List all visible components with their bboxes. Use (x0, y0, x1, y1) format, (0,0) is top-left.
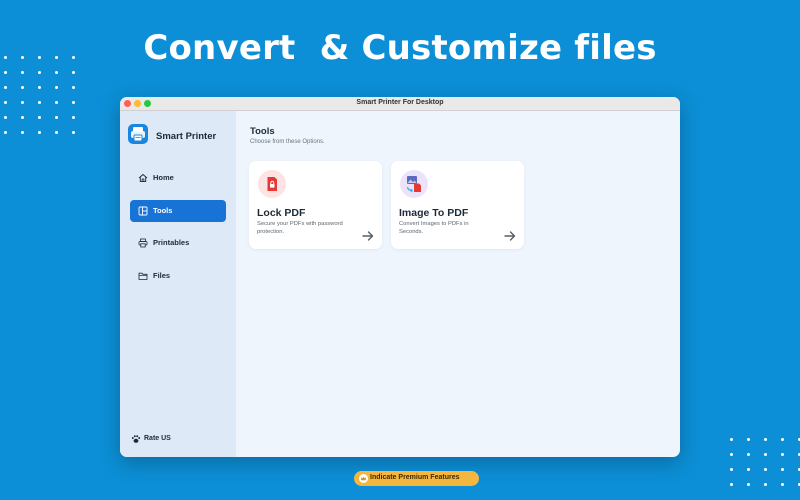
decorative-dot (21, 116, 24, 119)
card-title: Image To PDF (399, 207, 469, 219)
arrow-right-icon[interactable] (362, 231, 374, 241)
decorative-dot (21, 101, 24, 104)
premium-features-badge: Indicate Premium Features (354, 471, 479, 486)
decorative-dot (4, 71, 7, 74)
decorative-dot (21, 56, 24, 59)
decorative-dot (38, 56, 41, 59)
decorative-dots-right (730, 438, 800, 486)
decorative-dot (38, 71, 41, 74)
printer-logo-icon (128, 124, 148, 144)
decorative-dot (730, 483, 733, 486)
lock-pdf-icon (258, 170, 286, 198)
decorative-dot (747, 468, 750, 471)
decorative-dot (55, 56, 58, 59)
decorative-dots-left (4, 56, 75, 134)
decorative-dot (55, 116, 58, 119)
folder-icon (138, 272, 148, 280)
sidebar-item-tools[interactable]: Tools (130, 200, 226, 222)
decorative-dot (4, 116, 7, 119)
decorative-dot (730, 468, 733, 471)
decorative-dot (21, 71, 24, 74)
headline: Convert & Customize files (143, 28, 657, 68)
decorative-dot (747, 453, 750, 456)
paw-icon (131, 435, 141, 443)
decorative-dot (72, 86, 75, 89)
decorative-dot (4, 131, 7, 134)
rate-us-label: Rate US (144, 435, 171, 442)
sidebar-item-label: Printables (153, 238, 190, 247)
decorative-dot (21, 86, 24, 89)
decorative-dot (4, 56, 7, 59)
decorative-dot (781, 453, 784, 456)
sidebar-item-printables[interactable]: Printables (130, 232, 226, 254)
decorative-dot (781, 438, 784, 441)
card-description: Convert Images to PDFs in Seconds. (399, 221, 469, 235)
decorative-dot (72, 131, 75, 134)
window-title: Smart Printer For Desktop (356, 99, 444, 106)
page-subtitle: Choose from these Options. (250, 139, 325, 145)
decorative-dot (21, 131, 24, 134)
app-window: Smart Printer For Desktop Smart Printer … (120, 97, 680, 457)
decorative-dot (764, 453, 767, 456)
decorative-dot (747, 438, 750, 441)
decorative-dot (38, 101, 41, 104)
decorative-dot (764, 483, 767, 486)
decorative-dot (55, 86, 58, 89)
tools-icon (138, 206, 148, 216)
title-bar: Smart Printer For Desktop (120, 97, 680, 111)
card-title: Lock PDF (257, 207, 306, 219)
decorative-dot (55, 131, 58, 134)
decorative-dot (730, 438, 733, 441)
decorative-dot (764, 468, 767, 471)
sidebar-item-label: Home (153, 173, 174, 182)
decorative-dot (72, 101, 75, 104)
sidebar-item-home[interactable]: Home (130, 167, 226, 189)
decorative-dot (38, 131, 41, 134)
decorative-dot (55, 101, 58, 104)
image-to-pdf-icon (400, 170, 428, 198)
crown-icon (359, 474, 368, 483)
decorative-dot (72, 116, 75, 119)
decorative-dot (4, 101, 7, 104)
decorative-dot (4, 86, 7, 89)
premium-features-label: Indicate Premium Features (370, 474, 460, 481)
home-icon (138, 173, 148, 183)
decorative-dot (747, 483, 750, 486)
decorative-dot (72, 56, 75, 59)
decorative-dot (781, 468, 784, 471)
page-title: Tools (250, 126, 275, 137)
sidebar-item-label: Tools (153, 206, 173, 215)
decorative-dot (38, 86, 41, 89)
decorative-dot (72, 71, 75, 74)
image-to-pdf-card[interactable]: Image To PDF Convert Images to PDFs in S… (391, 161, 524, 249)
arrow-right-icon[interactable] (504, 231, 516, 241)
lock-pdf-card[interactable]: Lock PDF Secure your PDFs with password … (249, 161, 382, 249)
decorative-dot (764, 438, 767, 441)
decorative-dot (38, 116, 41, 119)
brand-name: Smart Printer (156, 131, 217, 142)
card-description: Secure your PDFs with password protectio… (257, 221, 343, 235)
decorative-dot (781, 483, 784, 486)
sidebar-item-files[interactable]: Files (130, 265, 226, 287)
printables-icon (138, 238, 148, 248)
rate-us-button[interactable]: Rate US (130, 433, 210, 447)
decorative-dot (730, 453, 733, 456)
decorative-dot (55, 71, 58, 74)
main-content: Tools Choose from these Options. Lock PD… (236, 111, 680, 457)
sidebar-item-label: Files (153, 271, 171, 280)
sidebar: Smart Printer Home Tools Printables File… (120, 111, 236, 457)
